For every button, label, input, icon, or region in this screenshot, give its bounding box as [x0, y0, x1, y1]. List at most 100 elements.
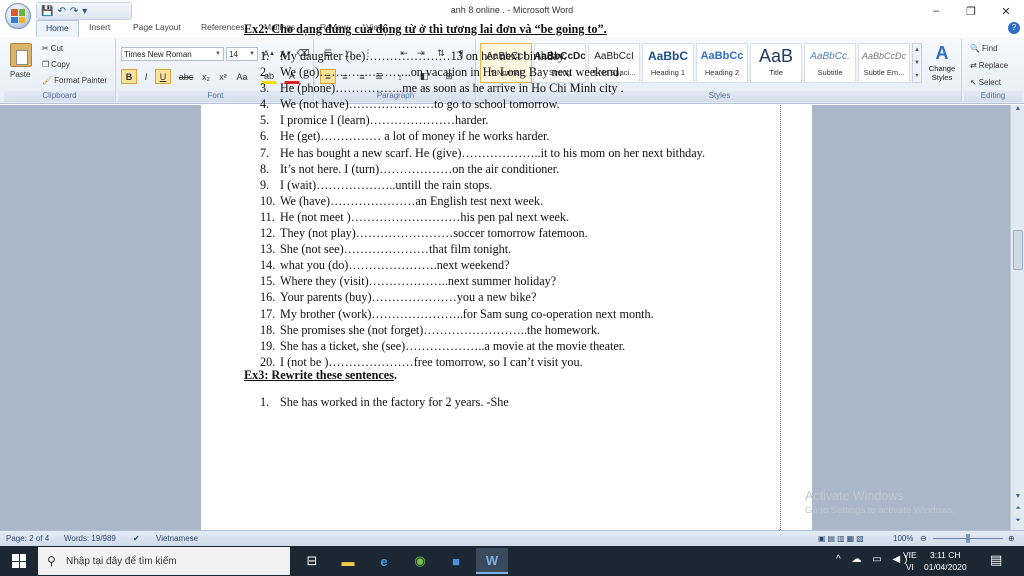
replace-label: Replace — [978, 61, 1009, 70]
document-body[interactable]: Ex2: Cho dạng đúng của động từ ở thì tươ… — [244, 22, 784, 410]
underline-icon[interactable]: U — [155, 69, 171, 84]
watermark-subtitle: Go to Settings to activate Windows. — [805, 505, 955, 516]
clock-date: 01/04/2020 — [924, 562, 967, 572]
clipboard-group: Paste ✂ Cut ❐ Copy 🖌 Format Painter Clipboa… — [4, 39, 116, 102]
paste-icon[interactable] — [10, 43, 32, 67]
change-styles-label: Change Styles — [928, 64, 956, 82]
clock[interactable]: 3:11 CH 01/04/2020 — [924, 549, 967, 573]
subscript-icon[interactable]: x₂ — [198, 69, 214, 84]
style-subtitle[interactable]: AaBbCc. Subtitle — [804, 43, 856, 83]
format-painter-label: Format Painter — [54, 76, 108, 85]
exercise-item: 9. I (wait)………………..untill the rain stops. — [260, 177, 784, 193]
previous-page-icon[interactable]: ⏶ — [1011, 505, 1024, 517]
item-number: 1. — [260, 394, 270, 409]
notification-icon[interactable]: ▤ — [990, 552, 1002, 568]
exercise-item: 5. I promice I (learn)…………………harder. — [260, 112, 784, 128]
item-text: My brother (work)…………………..for Sam sung c… — [280, 306, 654, 321]
tab-references[interactable]: References — [201, 22, 244, 32]
exercise-item: 1. She has worked in the factory for 2 ye… — [260, 394, 784, 410]
language-code: VIE — [903, 550, 917, 560]
word-count[interactable]: Words: 19/989 — [64, 534, 116, 543]
file-explorer-icon[interactable]: ▬ — [332, 548, 364, 574]
app-icon[interactable]: ◉ — [404, 548, 436, 574]
title-bar: 💾 ↶ ↷ ▾ anh 8 online . - Microsoft Word … — [0, 0, 1024, 29]
item-text: My daughter (be)…………………13 on her next bi… — [280, 49, 567, 63]
task-view-icon[interactable]: ⊟ — [296, 548, 328, 574]
close-button[interactable]: ✕ — [990, 0, 1022, 22]
item-text: We (have)…………………an English test next wee… — [280, 193, 544, 208]
item-number: 15. — [260, 274, 276, 289]
copy-button[interactable]: ❐ Copy — [42, 60, 70, 69]
style-sample: AaBbCc. — [810, 50, 850, 62]
exercise-item: 4. We (not have)…………………to go to school to… — [260, 96, 784, 112]
ex2-heading: Ex2: Cho dạng đúng của động từ ở thì tươ… — [244, 22, 607, 36]
exercise-item: 1. My daughter (be)…………………13 on her next … — [260, 48, 784, 64]
system-tray[interactable]: ^ ☁ ▭ ◀) — [836, 554, 912, 565]
zoom-level[interactable]: 100% — [893, 534, 913, 543]
zoom-out-icon[interactable]: ⊖ — [920, 534, 927, 543]
vertical-scrollbar[interactable]: ▲ ▼ ⏶ ⏷ — [1010, 105, 1024, 530]
ex3-heading-line: Ex3: Rewrite these sentences. — [244, 368, 784, 383]
cursor-icon: ↖ — [970, 78, 977, 87]
replace-button[interactable]: ⇄ Replace — [970, 61, 1008, 70]
scroll-up-icon[interactable]: ▲ — [1011, 105, 1024, 117]
item-text: They (not play)……………………soccer tomorrow f… — [280, 226, 588, 241]
word-taskbar-icon[interactable]: W — [476, 548, 508, 574]
zoom-in-icon[interactable]: ⊕ — [1008, 534, 1015, 543]
change-styles-button[interactable]: A Change Styles — [926, 43, 958, 82]
scroll-thumb[interactable] — [1013, 230, 1023, 270]
item-number: 6. — [260, 129, 270, 144]
paste-button[interactable]: Paste — [10, 70, 30, 79]
editing-group: 🔍 Find ⇄ Replace ↖ Select Editing — [964, 39, 1022, 102]
exercise-item: 14. what you (do)………………….next weekend? — [260, 257, 784, 273]
start-button[interactable] — [0, 546, 38, 576]
styles-scroll[interactable]: ▲ ▼ ▾ — [912, 43, 922, 83]
proofing-icon[interactable]: ✔ — [133, 534, 140, 543]
find-button[interactable]: 🔍 Find — [970, 44, 998, 53]
edge-icon[interactable]: e — [368, 548, 400, 574]
exercise-item: 15. Where they (visit)………………..next summer… — [260, 273, 784, 289]
help-icon[interactable]: ? — [1008, 22, 1020, 34]
font-size-value: 14 — [229, 49, 238, 59]
item-number: 4. — [260, 97, 270, 112]
item-text: He (get)…………… a lot of money if he works… — [280, 129, 550, 144]
view-buttons[interactable]: ▣▤▥▦▧ — [818, 534, 866, 543]
ex3-heading: Ex3: Rewrite these sentences — [244, 367, 394, 382]
store-icon[interactable]: ■ — [440, 548, 472, 574]
scroll-down-icon[interactable]: ▼ — [1011, 493, 1024, 505]
exercise-item: 7. He has bought a new scarf. He (give)……… — [260, 145, 784, 161]
next-page-icon[interactable]: ⏷ — [1011, 517, 1024, 529]
editing-group-label: Editing — [964, 91, 1022, 102]
superscript-icon[interactable]: x² — [215, 69, 231, 84]
cut-button[interactable]: ✂ Cut — [42, 44, 63, 53]
bold-icon[interactable]: B — [121, 69, 137, 84]
windows-logo-icon — [12, 554, 26, 568]
strikethrough-icon[interactable]: abc — [176, 69, 196, 84]
language-status[interactable]: Vietnamese — [156, 534, 198, 543]
maximize-button[interactable]: ❐ — [955, 0, 987, 22]
format-painter-button[interactable]: 🖌 Format Painter — [42, 76, 107, 85]
input-language[interactable]: VIE VI — [903, 549, 917, 573]
page-count[interactable]: Page: 2 of 4 — [6, 534, 49, 543]
tab-home[interactable]: Home — [36, 20, 79, 37]
item-number: 3. — [260, 81, 270, 96]
item-text: I promice I (learn)…………………harder. — [280, 113, 489, 128]
tab-page-layout[interactable]: Page Layout — [133, 22, 181, 32]
clock-time: 3:11 CH — [929, 550, 961, 560]
item-number: 9. — [260, 177, 270, 192]
taskbar-search[interactable]: ⚲ Nhập tại đây để tìm kiếm — [38, 547, 290, 575]
item-text: I (not be )…………………free tomorrow, so I ca… — [280, 354, 583, 369]
select-button[interactable]: ↖ Select — [970, 78, 1001, 87]
window-title: anh 8 online . - Microsoft Word — [450, 5, 574, 15]
font-family-select[interactable]: Times New Roman ▼ — [121, 47, 224, 61]
minimize-button[interactable]: – — [920, 0, 952, 22]
tab-insert[interactable]: Insert — [89, 22, 110, 32]
exercise-item: 18. She promises she (not forget)……………………… — [260, 322, 784, 338]
item-number: 10. — [260, 193, 276, 208]
office-button[interactable] — [5, 3, 31, 29]
italic-icon[interactable]: I — [138, 69, 154, 84]
style-subtle-emphasis[interactable]: AaBbCcDc Subtle Em... — [858, 43, 910, 83]
item-number: 18. — [260, 322, 276, 337]
find-label: Find — [981, 44, 998, 53]
zoom-slider-thumb[interactable] — [966, 534, 970, 543]
